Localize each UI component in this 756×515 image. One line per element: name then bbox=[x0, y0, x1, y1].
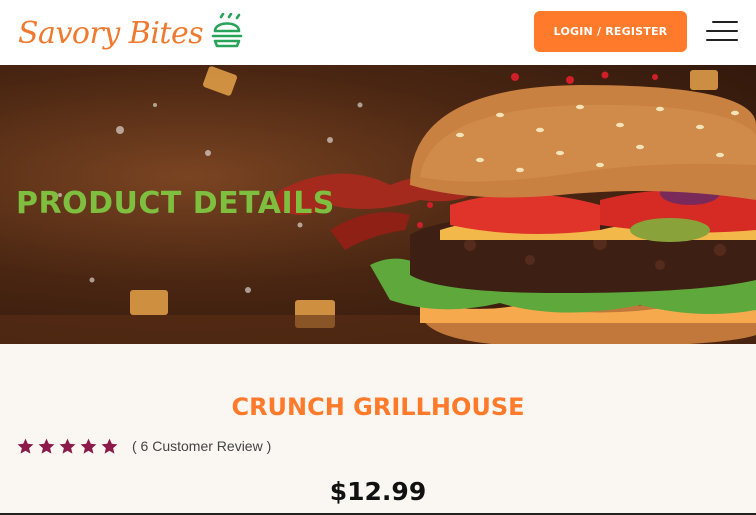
product-rating: ( 6 Customer Review ) bbox=[16, 436, 271, 456]
brand-name: Savory Bites bbox=[18, 15, 204, 51]
star-icon bbox=[80, 438, 97, 454]
star-icon bbox=[17, 438, 34, 454]
review-count-link[interactable]: ( 6 Customer Review ) bbox=[132, 438, 271, 454]
brand-logo[interactable]: Savory Bites bbox=[18, 8, 247, 58]
menu-icon[interactable] bbox=[706, 19, 738, 43]
site-header: Savory Bites LOGIN / REGISTER bbox=[0, 0, 756, 65]
burger-icon bbox=[211, 13, 243, 48]
star-icon bbox=[59, 438, 76, 454]
page-title: PRODUCT DETAILS bbox=[16, 186, 335, 221]
product-name: CRUNCH GRILLHOUSE bbox=[231, 393, 525, 421]
star-icon bbox=[101, 438, 118, 454]
login-register-button[interactable]: LOGIN / REGISTER bbox=[534, 11, 687, 52]
product-price: $12.99 bbox=[329, 477, 427, 506]
star-icon bbox=[38, 438, 55, 454]
hero-banner: PRODUCT DETAILS bbox=[0, 65, 756, 344]
